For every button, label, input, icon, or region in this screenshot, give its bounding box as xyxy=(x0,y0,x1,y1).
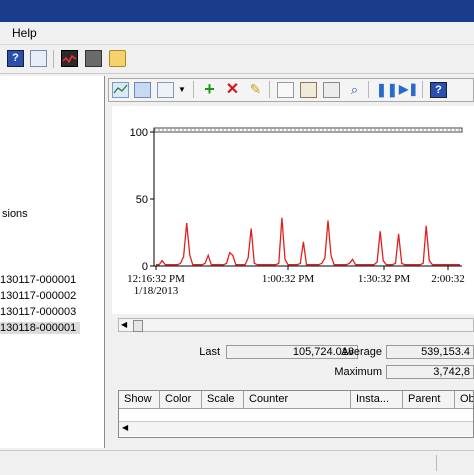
last-label: Last xyxy=(199,346,220,358)
tree-item-log[interactable]: 130117-000003 xyxy=(0,306,76,318)
chart-toolbar: ▼ + ✕ ✎ ⌕ ❚❚ ▶❚ ? xyxy=(108,78,474,102)
column-header-counter[interactable]: Counter xyxy=(244,391,351,409)
tree-item-log[interactable]: 130117-000002 xyxy=(0,290,76,302)
average-label: Average xyxy=(341,346,382,358)
menu-bar: Help xyxy=(0,22,474,45)
toolbar-separator xyxy=(53,50,54,68)
copy-properties-icon[interactable] xyxy=(277,82,294,98)
status-bar xyxy=(0,450,474,475)
counter-grid: Show Color Scale Counter Insta... Parent… xyxy=(118,390,474,438)
highlight-icon[interactable]: ✎ xyxy=(247,82,264,98)
average-value: 539,153.4 xyxy=(386,345,474,359)
performance-chart: 100 50 012:16:32 PM1/18/2013 1:00:32 PM 1:30… xyxy=(127,127,465,297)
report-icon[interactable] xyxy=(85,50,102,67)
x-tick-label-date: 1/18/2013 xyxy=(134,285,179,297)
tree-item-sessions[interactable]: sions xyxy=(2,208,28,220)
column-header-scale[interactable]: Scale xyxy=(202,391,244,409)
add-counter-icon[interactable]: + xyxy=(201,80,218,98)
help-icon[interactable]: ? xyxy=(430,82,447,98)
dropdown-arrow-icon[interactable]: ▼ xyxy=(177,82,187,98)
x-tick-label: 1:30:32 PM xyxy=(358,273,410,285)
chart-area: 100 50 0 12:16:32 PM 1/18/2013 1:00:32 PM 1:30… xyxy=(112,106,474,314)
column-header-color[interactable]: Color xyxy=(160,391,202,409)
column-header-parent[interactable]: Parent xyxy=(403,391,455,409)
y-tick-label: 50 xyxy=(136,194,148,206)
x-tick-label: 12:16:32 PM xyxy=(127,273,185,285)
column-header-object[interactable]: Ob xyxy=(455,391,473,409)
column-header-show[interactable]: Show xyxy=(119,391,160,409)
window-title-bar xyxy=(0,0,474,22)
properties-icon[interactable] xyxy=(30,50,47,67)
y-tick-label: 0 xyxy=(142,261,148,273)
tree-item-log-selected[interactable]: 130118-000001 xyxy=(0,322,81,334)
change-graph-type-icon[interactable] xyxy=(157,82,174,98)
maximum-value: 3,742,8 xyxy=(386,365,474,379)
x-tick-label: 1:00:32 PM xyxy=(262,273,314,285)
view-log-icon[interactable] xyxy=(134,82,151,98)
console-tree: sions 130117-000001 130117-000002 130117… xyxy=(0,76,105,448)
view-graph-icon[interactable] xyxy=(112,82,129,98)
tree-item-log[interactable]: 130117-000001 xyxy=(0,274,76,286)
properties-icon[interactable] xyxy=(323,82,340,98)
menu-help[interactable]: Help xyxy=(12,26,37,40)
scrollbar-thumb[interactable] xyxy=(133,320,143,332)
update-data-icon[interactable]: ▶❚ xyxy=(399,82,418,98)
toolbar-separator xyxy=(368,81,369,98)
paste-counter-list-icon[interactable] xyxy=(300,82,317,98)
help-icon[interactable]: ? xyxy=(7,50,24,67)
folder-icon[interactable] xyxy=(109,50,126,67)
toolbar-separator xyxy=(193,81,194,98)
zoom-icon[interactable]: ⌕ xyxy=(346,82,363,98)
y-tick-label: 100 xyxy=(130,127,148,139)
monitor-icon[interactable] xyxy=(61,50,78,67)
toolbar-separator xyxy=(422,81,423,98)
status-divider xyxy=(436,455,437,471)
freeze-display-icon[interactable]: ❚❚ xyxy=(376,82,398,98)
scroll-left-arrow-icon[interactable]: ◀ xyxy=(121,320,127,329)
scroll-left-arrow-icon[interactable]: ◀ xyxy=(122,423,128,432)
delete-counter-icon[interactable]: ✕ xyxy=(224,82,241,98)
maximum-label: Maximum xyxy=(334,366,382,378)
x-tick-label: 2:00:32 xyxy=(431,273,465,285)
toolbar-separator xyxy=(269,81,270,98)
time-scrollbar[interactable]: ◀ xyxy=(118,318,474,332)
main-toolbar: ? xyxy=(0,45,474,74)
column-header-instance[interactable]: Insta... xyxy=(351,391,403,409)
series-line xyxy=(156,217,460,266)
grid-scrollbar[interactable]: ◀ xyxy=(119,421,473,436)
